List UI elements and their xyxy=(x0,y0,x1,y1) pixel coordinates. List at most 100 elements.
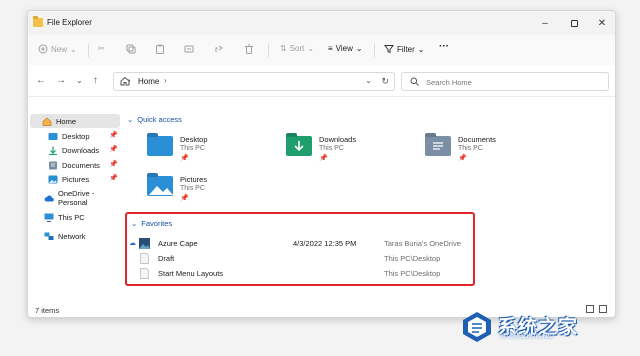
quick-access-tile-desktop[interactable]: Desktop This PC 📌 xyxy=(147,133,277,167)
watermark: 系统之家 XITONGZHIJIA.NET xyxy=(460,308,632,348)
sidebar-item-this-pc[interactable]: This PC xyxy=(32,210,122,224)
list-item[interactable]: ☁ Azure Cape 4/3/2022 12:35 PM Taras Bur… xyxy=(127,237,467,251)
quick-access-header[interactable]: ⌄ Quick access xyxy=(127,115,182,124)
tile-location: This PC xyxy=(180,145,205,152)
up-arrow-icon[interactable]: ↑ xyxy=(93,76,98,86)
refresh-icon[interactable]: ↻ xyxy=(381,76,389,87)
documents-folder-icon xyxy=(49,161,57,169)
sort-button[interactable]: ⇅ Sort ⌄ xyxy=(280,44,314,53)
favorites-heading: Favorites xyxy=(141,219,173,228)
address-bar[interactable]: › Home › ⌄ ↻ xyxy=(113,72,395,91)
chevron-down-icon: ⌄ xyxy=(355,44,363,53)
pc-icon xyxy=(44,213,54,222)
view-button[interactable]: ≡ View ⌄ xyxy=(328,44,363,53)
sidebar-item-label: Desktop xyxy=(62,131,90,141)
navigation-pane: Home Desktop 📌 Downloads 📌 Documents 📌 P… xyxy=(28,98,124,298)
breadcrumb-home[interactable]: Home xyxy=(138,77,159,86)
sidebar-item-label: OneDrive - Personal xyxy=(58,189,95,207)
breadcrumb-chevron-icon: › xyxy=(128,76,131,85)
chevron-down-icon: ⌄ xyxy=(307,44,315,53)
trash-icon xyxy=(245,44,253,54)
rename-button[interactable] xyxy=(184,44,194,54)
pin-icon: 📌 xyxy=(458,155,467,162)
favorites-header[interactable]: ⌄ Favorites xyxy=(131,219,172,228)
divider xyxy=(374,44,375,57)
search-placeholder: Search Home xyxy=(426,78,472,87)
tile-name: Desktop xyxy=(180,135,208,144)
filter-button[interactable]: Filter ⌄ xyxy=(384,44,424,54)
delete-button[interactable] xyxy=(244,44,254,54)
new-label: New xyxy=(51,44,68,54)
chevron-down-icon: ⌄ xyxy=(70,44,77,54)
sidebar-item-downloads[interactable]: Downloads 📌 xyxy=(32,143,122,157)
search-box[interactable]: Search Home xyxy=(401,72,609,91)
sidebar-item-onedrive[interactable]: OneDrive - Personal xyxy=(32,189,122,207)
sidebar-item-pictures[interactable]: Pictures 📌 xyxy=(32,172,122,186)
share-icon xyxy=(215,45,223,52)
more-options-button[interactable]: ··· xyxy=(439,41,449,52)
view-label: View xyxy=(335,44,353,53)
tile-name: Pictures xyxy=(180,175,208,184)
forward-arrow-icon[interactable]: → xyxy=(56,76,66,86)
cloud-icon: ☁ xyxy=(129,240,136,247)
file-location: This PC\Desktop xyxy=(384,254,441,263)
pin-icon: 📌 xyxy=(180,155,189,162)
pin-icon[interactable]: 📌 xyxy=(109,174,118,182)
file-name: Start Menu Layouts xyxy=(158,269,224,278)
sidebar-item-label: Network xyxy=(58,231,86,241)
sidebar-item-network[interactable]: Network xyxy=(32,229,122,243)
tile-name: Downloads xyxy=(319,135,357,144)
window-title: File Explorer xyxy=(47,18,92,27)
file-explorer-window: File Explorer – ✕ New ⌄ ✂ ⇅ Sort ⌄ ≡ Vie… xyxy=(27,10,616,318)
new-icon xyxy=(38,44,48,54)
share-button[interactable] xyxy=(214,44,224,54)
chevron-down-icon: ⌄ xyxy=(127,115,134,124)
new-button[interactable]: New ⌄ xyxy=(38,44,77,54)
sidebar-item-home[interactable]: Home xyxy=(30,114,120,128)
rename-icon xyxy=(184,45,194,53)
file-location: Taras Buria's OneDrive xyxy=(384,239,461,248)
downloads-folder-icon xyxy=(286,136,312,156)
sidebar-item-label: Home xyxy=(56,116,77,126)
documents-folder-icon xyxy=(425,136,451,156)
address-dropdown-icon[interactable]: ⌄ xyxy=(365,76,372,85)
pin-icon[interactable]: 📌 xyxy=(109,160,118,168)
sidebar-item-documents[interactable]: Documents 📌 xyxy=(32,158,122,172)
pin-icon[interactable]: 📌 xyxy=(109,145,118,153)
filter-label: Filter xyxy=(397,44,415,54)
list-item[interactable]: Start Menu Layouts This PC\Desktop xyxy=(127,267,467,281)
filter-icon xyxy=(384,45,394,54)
sidebar-item-desktop[interactable]: Desktop 📌 xyxy=(32,129,122,143)
paste-button[interactable] xyxy=(155,44,165,54)
quick-access-tile-downloads[interactable]: Downloads This PC 📌 xyxy=(286,133,416,167)
close-button[interactable]: ✕ xyxy=(593,15,611,31)
desktop-folder-icon xyxy=(48,132,58,140)
sidebar-item-label: Documents xyxy=(62,160,100,170)
quick-access-tile-documents[interactable]: Documents This PC 📌 xyxy=(425,133,555,167)
tile-location: This PC xyxy=(180,185,205,192)
recent-chevron-icon[interactable]: ⌄ xyxy=(76,76,83,86)
maximize-button[interactable] xyxy=(565,15,583,31)
back-arrow-icon[interactable]: ← xyxy=(36,76,46,86)
home-icon xyxy=(42,117,52,126)
minimize-button[interactable]: – xyxy=(536,15,554,31)
item-count: 7 items xyxy=(35,306,60,315)
pictures-folder-icon xyxy=(147,176,173,196)
watermark-logo-icon xyxy=(463,312,491,342)
download-icon xyxy=(49,146,57,155)
breadcrumb-chevron-icon: › xyxy=(164,76,167,85)
list-item[interactable]: Draft This PC\Desktop xyxy=(127,252,467,266)
pictures-folder-icon xyxy=(48,175,58,183)
chevron-down-icon: ⌄ xyxy=(417,44,425,54)
file-name: Draft xyxy=(158,254,175,263)
pin-icon: 📌 xyxy=(180,195,189,202)
watermark-url: XITONGZHIJIA.NET xyxy=(500,334,555,340)
quick-access-tile-pictures[interactable]: Pictures This PC 📌 xyxy=(147,173,277,207)
search-icon xyxy=(410,77,419,86)
sidebar-item-label: Pictures xyxy=(62,174,90,184)
cut-button[interactable]: ✂ xyxy=(98,44,105,53)
divider xyxy=(268,44,269,57)
sort-icon: ⇅ xyxy=(280,44,287,53)
copy-button[interactable] xyxy=(126,44,136,54)
pin-icon[interactable]: 📌 xyxy=(109,131,118,139)
